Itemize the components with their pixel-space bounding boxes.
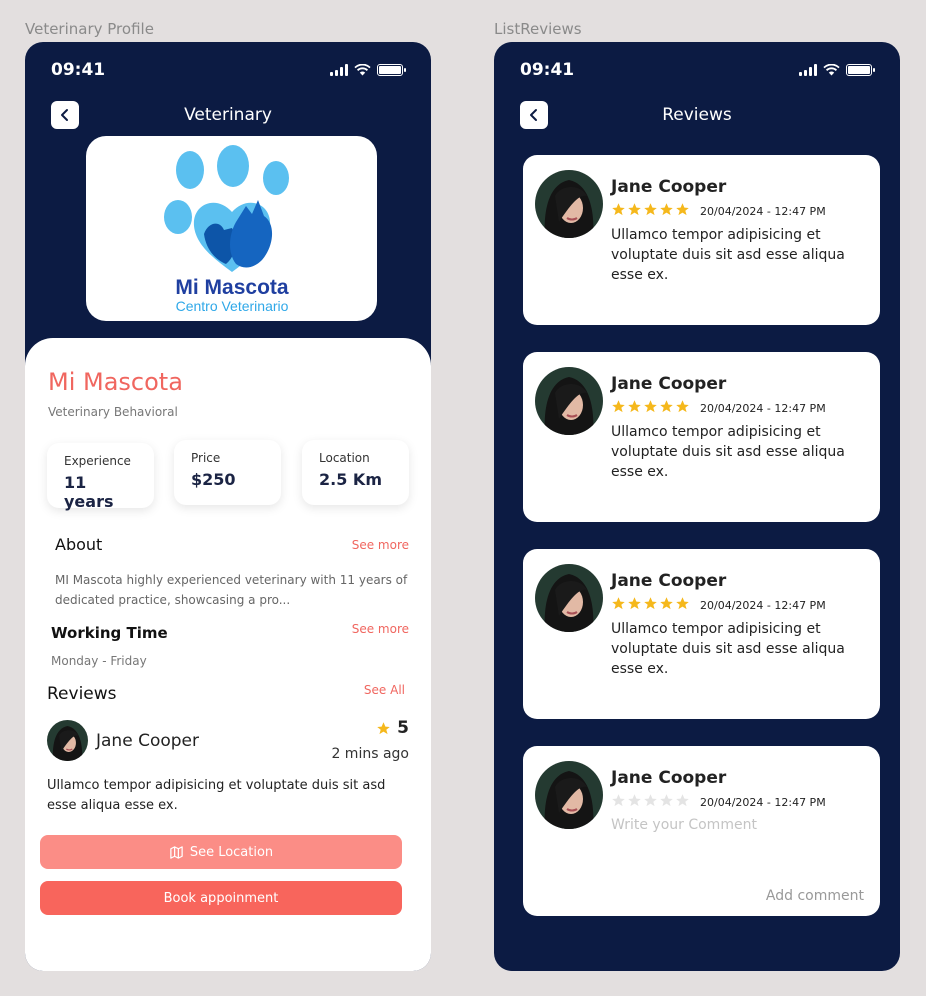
working-days: Monday - Friday bbox=[51, 654, 147, 668]
status-bar: 09:41 bbox=[494, 42, 900, 98]
book-appointment-button[interactable]: Book appoinment bbox=[40, 881, 402, 915]
star-icon bbox=[676, 400, 689, 413]
star-icon bbox=[660, 597, 673, 610]
review-date: 20/04/2024 - 12:47 PM bbox=[700, 796, 826, 809]
status-time: 09:41 bbox=[51, 60, 106, 80]
reviews-see-all-link[interactable]: See All bbox=[364, 683, 405, 697]
add-comment-button[interactable]: Add comment bbox=[766, 888, 864, 904]
avatar bbox=[535, 367, 603, 435]
star-icon[interactable] bbox=[675, 793, 690, 808]
rating-value: 5 bbox=[397, 718, 409, 738]
page-title: Veterinary bbox=[184, 105, 272, 125]
vet-specialty: Veterinary Behavioral bbox=[48, 405, 178, 419]
star-icon bbox=[612, 400, 625, 413]
star-icon bbox=[644, 400, 657, 413]
paw-logo-icon: Mi Mascota Centro Veterinario bbox=[164, 145, 289, 314]
star-icon bbox=[660, 203, 673, 216]
review-date: 20/04/2024 - 12:47 PM bbox=[700, 402, 826, 415]
star-icon[interactable] bbox=[659, 793, 674, 808]
review-text: Ullamco tempor adipisicing et voluptate … bbox=[611, 227, 845, 283]
logo-line-2: Centro Veterinario bbox=[176, 298, 289, 314]
status-icons bbox=[799, 64, 875, 76]
star-icon[interactable] bbox=[627, 793, 642, 808]
review-time: 2 mins ago bbox=[331, 746, 409, 762]
map-icon bbox=[170, 845, 183, 859]
about-text: MI Mascota highly experienced veterinary… bbox=[55, 573, 408, 607]
star-icon bbox=[377, 721, 390, 734]
see-location-label: See Location bbox=[189, 844, 274, 860]
frame-label-veterinary-profile: Veterinary Profile bbox=[25, 20, 154, 38]
review-card: Jane Cooper 20/04/2024 - 12:47 PM Ullamc… bbox=[523, 549, 880, 719]
signal-icon bbox=[799, 64, 817, 76]
about-see-more-link[interactable]: See more bbox=[352, 538, 409, 552]
star-rating bbox=[611, 202, 690, 217]
frame-label-list-reviews: ListReviews bbox=[494, 20, 582, 38]
review-text: Ullamco tempor adipisicing et voluptate … bbox=[47, 778, 386, 813]
reviewer-name: Jane Cooper bbox=[611, 177, 727, 197]
star-icon bbox=[644, 203, 657, 216]
star-rating bbox=[611, 596, 690, 611]
avatar bbox=[535, 564, 603, 632]
stat-location: Location 2.5 Km bbox=[302, 440, 409, 505]
battery-icon bbox=[377, 64, 406, 76]
logo-line-1: Mi Mascota bbox=[175, 276, 289, 299]
status-bar: 09:41 bbox=[25, 42, 431, 98]
star-icon bbox=[676, 203, 689, 216]
about-title: About bbox=[55, 535, 103, 554]
review-card: Jane Cooper 20/04/2024 - 12:47 PM Ullamc… bbox=[523, 155, 880, 325]
avatar bbox=[535, 761, 603, 829]
reviews-title: Reviews bbox=[47, 684, 117, 704]
vet-name: Mi Mascota bbox=[48, 368, 183, 396]
working-time-see-more-link[interactable]: See more bbox=[352, 622, 409, 636]
wifi-icon bbox=[823, 64, 840, 76]
reviewer-name: Jane Cooper bbox=[611, 571, 727, 591]
star-icon bbox=[628, 203, 641, 216]
see-location-button[interactable]: See Location bbox=[40, 835, 402, 869]
star-icon bbox=[660, 400, 673, 413]
star-rating-input[interactable] bbox=[611, 793, 690, 808]
profile-content: Mi Mascota Veterinary Behavioral Experie… bbox=[25, 338, 431, 971]
star-icon bbox=[628, 597, 641, 610]
review-text: Ullamco tempor adipisicing et voluptate … bbox=[611, 621, 845, 677]
stat-label: Experience bbox=[64, 454, 131, 468]
stat-price: Price $250 bbox=[174, 440, 281, 505]
star-icon bbox=[628, 400, 641, 413]
stat-experience: Experience 11 years bbox=[47, 443, 154, 511]
stat-label: Location bbox=[319, 451, 370, 465]
stat-label: Price bbox=[191, 451, 221, 465]
list-reviews-screen: 09:41 Reviews Jane Cooper 20/04/2024 - 1… bbox=[494, 42, 900, 971]
review-date: 20/04/2024 - 12:47 PM bbox=[700, 599, 826, 612]
star-icon[interactable] bbox=[611, 793, 626, 808]
review-text: Ullamco tempor adipisicing et voluptate … bbox=[611, 424, 845, 480]
wifi-icon bbox=[354, 64, 371, 76]
stat-value: 11 years bbox=[64, 473, 114, 511]
review-card: Jane Cooper 20/04/2024 - 12:47 PM Ullamc… bbox=[523, 352, 880, 522]
status-time: 09:41 bbox=[520, 60, 575, 80]
signal-icon bbox=[330, 64, 348, 76]
review-rating: 5 bbox=[376, 718, 409, 738]
page-title: Reviews bbox=[662, 105, 732, 125]
status-icons bbox=[330, 64, 406, 76]
reviewer-name: Jane Cooper bbox=[611, 374, 727, 394]
star-icon[interactable] bbox=[643, 793, 658, 808]
battery-icon bbox=[846, 64, 875, 76]
reviewer-name: Jane Cooper bbox=[611, 768, 727, 788]
star-icon bbox=[612, 597, 625, 610]
stat-value: 2.5 Km bbox=[319, 470, 382, 489]
star-icon bbox=[676, 597, 689, 610]
star-icon bbox=[612, 203, 625, 216]
working-time-title: Working Time bbox=[51, 624, 168, 642]
clinic-logo-card: Mi Mascota Centro Veterinario bbox=[86, 136, 377, 321]
avatar bbox=[47, 720, 88, 761]
star-rating bbox=[611, 399, 690, 414]
comment-input[interactable] bbox=[611, 817, 861, 833]
avatar bbox=[535, 170, 603, 238]
comment-card: Jane Cooper 20/04/2024 - 12:47 PM Add co… bbox=[523, 746, 880, 916]
reviewer-name: Jane Cooper bbox=[96, 731, 199, 751]
review-date: 20/04/2024 - 12:47 PM bbox=[700, 205, 826, 218]
star-icon bbox=[644, 597, 657, 610]
stat-value: $250 bbox=[191, 470, 236, 489]
veterinary-profile-screen: 09:41 Veterinary Mi Mascota Centro Veter… bbox=[25, 42, 431, 971]
